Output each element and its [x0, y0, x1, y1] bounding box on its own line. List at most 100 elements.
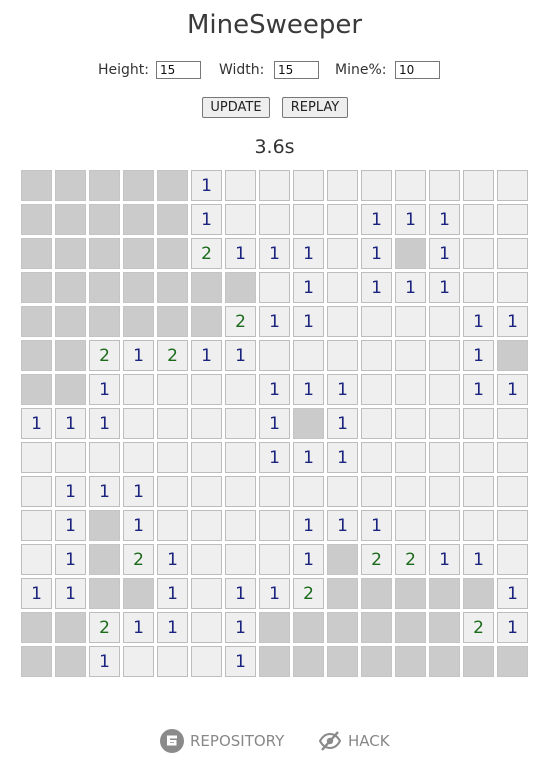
cell-covered[interactable]	[55, 340, 86, 371]
cell-number[interactable]: 1	[259, 578, 290, 609]
cell-number[interactable]: 1	[293, 238, 324, 269]
cell-empty[interactable]	[463, 204, 494, 235]
cell-number[interactable]: 1	[89, 476, 120, 507]
cell-empty[interactable]	[395, 170, 426, 201]
cell-empty[interactable]	[21, 476, 52, 507]
cell-empty[interactable]	[293, 204, 324, 235]
cell-empty[interactable]	[21, 510, 52, 541]
cell-covered[interactable]	[21, 340, 52, 371]
cell-covered[interactable]	[55, 204, 86, 235]
cell-covered[interactable]	[21, 170, 52, 201]
cell-number[interactable]: 1	[259, 374, 290, 405]
cell-number[interactable]: 1	[225, 612, 256, 643]
cell-empty[interactable]	[497, 442, 528, 473]
cell-number[interactable]: 1	[497, 306, 528, 337]
cell-empty[interactable]	[89, 442, 120, 473]
cell-covered[interactable]	[429, 578, 460, 609]
cell-empty[interactable]	[395, 510, 426, 541]
cell-number[interactable]: 2	[89, 612, 120, 643]
cell-covered[interactable]	[21, 306, 52, 337]
cell-covered[interactable]	[21, 612, 52, 643]
cell-empty[interactable]	[191, 612, 222, 643]
cell-empty[interactable]	[327, 170, 358, 201]
cell-number[interactable]: 1	[157, 578, 188, 609]
cell-number[interactable]: 1	[361, 510, 392, 541]
cell-number[interactable]: 1	[191, 204, 222, 235]
cell-covered[interactable]	[89, 238, 120, 269]
cell-empty[interactable]	[361, 374, 392, 405]
cell-empty[interactable]	[225, 408, 256, 439]
cell-number[interactable]: 1	[55, 476, 86, 507]
cell-covered[interactable]	[55, 646, 86, 677]
cell-covered[interactable]	[21, 272, 52, 303]
cell-covered[interactable]	[361, 646, 392, 677]
cell-empty[interactable]	[21, 544, 52, 575]
cell-empty[interactable]	[191, 374, 222, 405]
cell-number[interactable]: 2	[123, 544, 154, 575]
cell-empty[interactable]	[259, 476, 290, 507]
cell-number[interactable]: 1	[225, 238, 256, 269]
hack-link[interactable]: HACK	[318, 729, 390, 753]
cell-empty[interactable]	[361, 408, 392, 439]
cell-covered[interactable]	[55, 374, 86, 405]
cell-empty[interactable]	[157, 408, 188, 439]
cell-number[interactable]: 1	[463, 340, 494, 371]
cell-covered[interactable]	[123, 272, 154, 303]
cell-covered[interactable]	[293, 408, 324, 439]
cell-number[interactable]: 1	[55, 510, 86, 541]
cell-empty[interactable]	[497, 408, 528, 439]
cell-empty[interactable]	[293, 340, 324, 371]
cell-empty[interactable]	[497, 238, 528, 269]
cell-empty[interactable]	[259, 544, 290, 575]
cell-covered[interactable]	[327, 544, 358, 575]
cell-number[interactable]: 2	[191, 238, 222, 269]
cell-number[interactable]: 1	[89, 408, 120, 439]
cell-number[interactable]: 1	[429, 544, 460, 575]
cell-number[interactable]: 1	[463, 544, 494, 575]
cell-empty[interactable]	[429, 340, 460, 371]
cell-empty[interactable]	[123, 646, 154, 677]
cell-covered[interactable]	[395, 646, 426, 677]
cell-number[interactable]: 1	[55, 578, 86, 609]
cell-covered[interactable]	[123, 306, 154, 337]
cell-covered[interactable]	[395, 612, 426, 643]
height-input[interactable]	[156, 61, 201, 79]
cell-number[interactable]: 1	[21, 578, 52, 609]
cell-number[interactable]: 1	[191, 340, 222, 371]
cell-number[interactable]: 1	[123, 612, 154, 643]
cell-empty[interactable]	[327, 306, 358, 337]
cell-number[interactable]: 1	[123, 510, 154, 541]
cell-empty[interactable]	[191, 476, 222, 507]
cell-empty[interactable]	[259, 510, 290, 541]
cell-empty[interactable]	[225, 476, 256, 507]
cell-empty[interactable]	[327, 204, 358, 235]
cell-number[interactable]: 1	[293, 306, 324, 337]
cell-covered[interactable]	[55, 272, 86, 303]
cell-number[interactable]: 2	[361, 544, 392, 575]
cell-covered[interactable]	[55, 238, 86, 269]
cell-empty[interactable]	[463, 238, 494, 269]
cell-number[interactable]: 1	[395, 204, 426, 235]
cell-number[interactable]: 1	[259, 442, 290, 473]
cell-number[interactable]: 2	[157, 340, 188, 371]
cell-number[interactable]: 1	[55, 544, 86, 575]
cell-number[interactable]: 1	[463, 306, 494, 337]
cell-covered[interactable]	[361, 578, 392, 609]
cell-empty[interactable]	[463, 510, 494, 541]
cell-empty[interactable]	[123, 408, 154, 439]
cell-number[interactable]: 2	[89, 340, 120, 371]
cell-covered[interactable]	[327, 612, 358, 643]
cell-covered[interactable]	[89, 544, 120, 575]
cell-empty[interactable]	[191, 578, 222, 609]
cell-covered[interactable]	[259, 646, 290, 677]
cell-covered[interactable]	[89, 272, 120, 303]
cell-covered[interactable]	[225, 272, 256, 303]
cell-empty[interactable]	[225, 442, 256, 473]
cell-empty[interactable]	[395, 408, 426, 439]
cell-empty[interactable]	[429, 510, 460, 541]
cell-covered[interactable]	[55, 170, 86, 201]
cell-number[interactable]: 1	[463, 374, 494, 405]
cell-empty[interactable]	[225, 204, 256, 235]
cell-empty[interactable]	[157, 476, 188, 507]
cell-empty[interactable]	[463, 476, 494, 507]
